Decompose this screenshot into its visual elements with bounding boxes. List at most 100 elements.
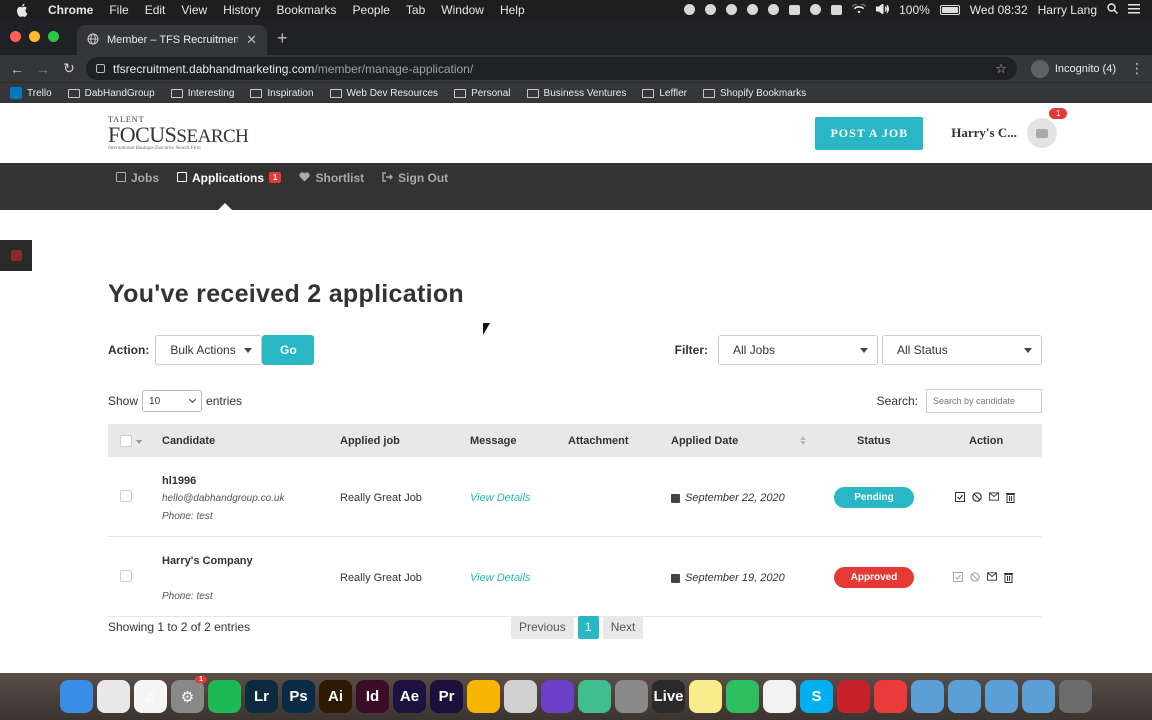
- bookmark-inspiration[interactable]: Inspiration: [250, 88, 314, 99]
- dock-chrome-icon[interactable]: [97, 680, 130, 713]
- dock-itunes-icon[interactable]: ♫: [134, 680, 167, 713]
- column-message[interactable]: Message: [470, 435, 516, 447]
- previous-page-button[interactable]: Previous: [511, 615, 574, 639]
- time-machine-icon[interactable]: [810, 4, 822, 15]
- reject-icon[interactable]: [970, 572, 980, 582]
- column-applied-date[interactable]: Applied Date: [671, 435, 738, 447]
- status-filter-select[interactable]: All Status: [882, 335, 1042, 365]
- bookmark-personal[interactable]: Personal: [454, 88, 511, 99]
- go-button[interactable]: Go: [262, 335, 315, 365]
- job-filter-select[interactable]: All Jobs: [718, 335, 878, 365]
- back-button[interactable]: ←: [8, 61, 26, 77]
- spotlight-icon[interactable]: [1107, 2, 1118, 17]
- dock-folder-2-icon[interactable]: [1022, 680, 1055, 713]
- menu-help[interactable]: Help: [492, 3, 533, 17]
- notification-center-icon[interactable]: [1128, 3, 1140, 17]
- bulk-actions-select[interactable]: Bulk Actions: [155, 335, 263, 365]
- view-details-link[interactable]: View Details: [470, 492, 530, 504]
- dock-preview-icon[interactable]: [615, 680, 648, 713]
- dock-finder-icon[interactable]: [60, 680, 93, 713]
- row-checkbox[interactable]: [120, 570, 132, 582]
- dock-ableton-icon[interactable]: Live: [652, 680, 685, 713]
- bookmark-business-ventures[interactable]: Business Ventures: [526, 88, 626, 99]
- approve-icon[interactable]: [955, 492, 965, 502]
- email-icon[interactable]: [989, 492, 999, 502]
- column-attachment[interactable]: Attachment: [568, 435, 629, 447]
- column-status[interactable]: Status: [857, 435, 891, 447]
- post-a-job-button[interactable]: POST A JOB: [815, 116, 924, 150]
- upload-status-icon[interactable]: [789, 4, 801, 15]
- dock-slack-icon[interactable]: [763, 680, 796, 713]
- company-name-menu[interactable]: Harry's C...: [951, 125, 1017, 141]
- apple-icon[interactable]: [16, 3, 30, 17]
- dock-atom-icon[interactable]: [578, 680, 611, 713]
- avatar[interactable]: 1: [1027, 108, 1068, 148]
- dock-tableplus-icon[interactable]: [504, 680, 537, 713]
- browser-tab[interactable]: Member – TFS Recruitment ✕: [77, 25, 267, 55]
- column-applied-job[interactable]: Applied job: [340, 435, 400, 447]
- forward-button[interactable]: →: [34, 61, 52, 77]
- bookmark-dabhandgroup[interactable]: DabHandGroup: [67, 88, 155, 99]
- entries-per-page-select[interactable]: 10: [142, 390, 203, 412]
- site-logo[interactable]: TALENT FOCUSSEARCH International Boutiqu…: [108, 115, 249, 151]
- sort-icon[interactable]: [800, 436, 806, 445]
- candidate-name[interactable]: Harry's Company: [162, 552, 253, 570]
- dock-indesign-icon[interactable]: Id: [356, 680, 389, 713]
- wifi-icon[interactable]: [852, 2, 867, 17]
- menu-window[interactable]: Window: [433, 3, 492, 17]
- nav-jobs[interactable]: Jobs: [116, 163, 159, 210]
- lock-icon[interactable]: [96, 64, 105, 73]
- dock-notes-icon[interactable]: [689, 680, 722, 713]
- approve-icon[interactable]: [953, 572, 963, 582]
- check-status-icon[interactable]: [705, 4, 717, 15]
- nav-shortlist[interactable]: Shortlist: [299, 163, 364, 210]
- bookmark-web-dev-resources[interactable]: Web Dev Resources: [329, 88, 438, 99]
- sync-status-icon[interactable]: [726, 4, 738, 15]
- dock-evernote-icon[interactable]: [726, 680, 759, 713]
- dock-illustrator-icon[interactable]: Ai: [319, 680, 352, 713]
- volume-icon[interactable]: [875, 2, 890, 17]
- dock-spotify-icon[interactable]: [208, 680, 241, 713]
- menu-bookmarks[interactable]: Bookmarks: [269, 3, 345, 17]
- bookmark-leffler[interactable]: Leffler: [642, 88, 687, 99]
- menu-app-name[interactable]: Chrome: [40, 3, 101, 17]
- dock-skype-icon[interactable]: S: [800, 680, 833, 713]
- battery-icon[interactable]: [939, 4, 960, 15]
- chrome-menu-icon[interactable]: ⋮: [1130, 60, 1144, 77]
- next-page-button[interactable]: Next: [602, 615, 644, 639]
- dock-photoshop-icon[interactable]: Ps: [282, 680, 315, 713]
- dock-app-store-folder-icon[interactable]: [911, 680, 944, 713]
- close-window-button[interactable]: [10, 31, 21, 42]
- reject-icon[interactable]: [972, 492, 982, 502]
- dock-github-icon[interactable]: [541, 680, 574, 713]
- menubar-clock[interactable]: Wed 08:32: [970, 3, 1028, 17]
- candidate-name[interactable]: hl1996: [162, 472, 284, 490]
- column-candidate[interactable]: Candidate: [162, 435, 215, 447]
- dock-downloads-folder-icon[interactable]: [985, 680, 1018, 713]
- tab-close-icon[interactable]: ✕: [246, 32, 257, 48]
- dock-creative-cloud-icon[interactable]: [874, 680, 907, 713]
- creative-cloud-status-icon[interactable]: [768, 4, 780, 15]
- address-bar[interactable]: tfsrecruitment.dabhandmarketing.com/memb…: [86, 57, 1017, 80]
- dock-parallels-icon[interactable]: [837, 680, 870, 713]
- applied-job[interactable]: Really Great Job: [340, 572, 422, 584]
- dock-folder-1-icon[interactable]: [948, 680, 981, 713]
- incognito-indicator[interactable]: Incognito (4): [1025, 59, 1122, 78]
- applied-job[interactable]: Really Great Job: [340, 492, 422, 504]
- row-checkbox[interactable]: [120, 490, 132, 502]
- side-widget-tab[interactable]: [0, 240, 32, 271]
- menubar-user[interactable]: Harry Lang: [1038, 3, 1097, 17]
- bookmark-trello[interactable]: Trello: [10, 87, 52, 99]
- email-icon[interactable]: [987, 572, 997, 582]
- dock-premiere-icon[interactable]: Pr: [430, 680, 463, 713]
- select-all-control[interactable]: [120, 435, 142, 447]
- dock-trash-icon[interactable]: [1059, 680, 1092, 713]
- evernote-status-icon[interactable]: [747, 4, 759, 15]
- nav-sign-out[interactable]: Sign Out: [382, 163, 448, 210]
- dock-system-preferences-icon[interactable]: ⚙ 1: [171, 676, 207, 713]
- bookmark-star-icon[interactable]: ☆: [995, 61, 1007, 77]
- menu-edit[interactable]: Edit: [137, 3, 174, 17]
- bookmark-interesting[interactable]: Interesting: [170, 88, 234, 99]
- zoom-window-button[interactable]: [48, 31, 59, 42]
- trash-icon[interactable]: [1004, 572, 1014, 583]
